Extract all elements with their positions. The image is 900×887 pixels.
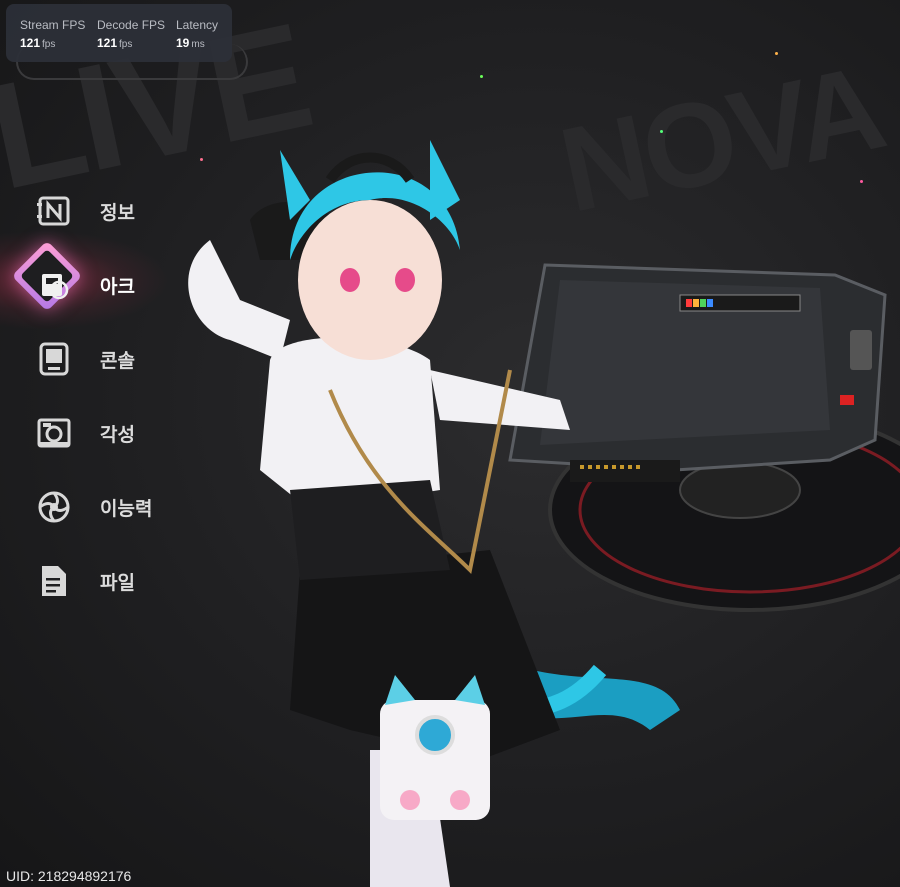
stream-fps-stat: Stream FPS 121 fps: [20, 18, 85, 51]
menu-item-file-label: 파일: [100, 571, 135, 594]
arc-icon: [34, 265, 74, 305]
stream-fps-label: Stream FPS: [20, 18, 86, 32]
menu-item-awakening[interactable]: 각성: [34, 410, 234, 456]
decode-fps-label: Decode FPS: [97, 18, 166, 32]
ability-icon: [34, 487, 74, 527]
latency-label: Latency: [176, 18, 219, 32]
menu-item-console[interactable]: 콘솔: [34, 336, 234, 382]
menu-item-ability-label: 이능력: [100, 497, 153, 520]
info-n-icon: [34, 191, 74, 231]
menu-item-awakening-label: 각성: [100, 423, 135, 446]
menu-item-arc[interactable]: 아크: [34, 262, 234, 308]
menu-item-console-label: 콘솔: [100, 349, 135, 372]
arc-device-tablet: [508, 263, 887, 482]
character-illustration: [188, 140, 900, 887]
stream-fps-value: 121: [20, 36, 41, 50]
eye-left: [340, 268, 360, 292]
stream-stats-overlay: Stream FPS 121 fps Decode FPS 121 fps Late…: [6, 4, 232, 62]
sparkle-particle: [480, 75, 483, 78]
sparkle-particle: [775, 52, 778, 55]
menu-item-info[interactable]: 정보: [34, 188, 234, 234]
menu-item-file[interactable]: 파일: [34, 558, 234, 604]
cat-ear-right: [430, 140, 460, 220]
decode-fps-stat: Decode FPS 121 fps: [97, 18, 165, 51]
face: [298, 200, 442, 360]
uid-label: UID: 218294892176: [6, 868, 132, 884]
file-icon: [34, 561, 74, 601]
awakening-icon: [34, 413, 74, 453]
console-icon: [34, 339, 74, 379]
latency-unit: ms: [191, 39, 205, 50]
stream-fps-unit: fps: [42, 39, 56, 50]
latency-stat: Latency 19 ms: [176, 18, 218, 51]
menu-item-arc-label: 아크: [100, 275, 135, 298]
latency-value: 19: [176, 36, 190, 50]
menu-item-info-label: 정보: [100, 201, 135, 224]
eye-right: [395, 268, 415, 292]
decode-fps-value: 121: [97, 36, 118, 50]
menu-item-ability[interactable]: 이능력: [34, 484, 234, 530]
decode-fps-unit: fps: [119, 39, 133, 50]
